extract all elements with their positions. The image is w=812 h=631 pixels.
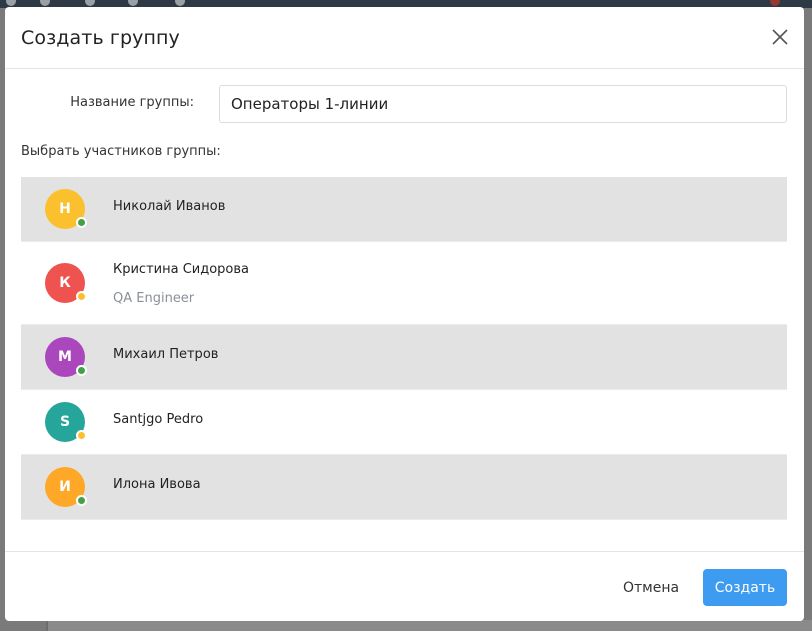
avatar-initial: Н <box>59 201 71 217</box>
app-content-backdrop <box>46 620 812 631</box>
member-item[interactable]: S Santjgo Pedro <box>21 390 787 455</box>
member-item[interactable]: К Кристина Сидорова QA Engineer <box>21 242 787 325</box>
dialog-header: Создать группу <box>5 7 804 69</box>
avatar-initial: И <box>59 479 71 495</box>
member-name: Кристина Сидорова <box>113 262 249 277</box>
member-name: Николай Иванов <box>113 199 226 214</box>
members-list: Н Николай Иванов К Кристина Сидорова QA … <box>21 177 787 520</box>
avatar-initial: S <box>59 414 71 430</box>
member-item[interactable]: Н Николай Иванов <box>21 177 787 242</box>
member-role: QA Engineer <box>113 291 195 306</box>
create-group-dialog: Создать группу Название группы: Выбрать … <box>5 7 804 621</box>
avatar: S <box>45 402 87 442</box>
group-name-input[interactable] <box>219 85 787 123</box>
member-name: Santjgo Pedro <box>113 412 204 427</box>
avatar-initial: М <box>58 349 72 365</box>
app-icon <box>175 0 185 6</box>
member-name: Илона Ивова <box>113 477 201 492</box>
close-button[interactable] <box>770 27 790 47</box>
dialog-title: Создать группу <box>21 27 180 49</box>
status-indicator <box>76 495 87 506</box>
app-icon <box>85 0 95 6</box>
status-indicator <box>76 430 87 441</box>
members-label: Выбрать участников группы: <box>21 144 221 159</box>
group-name-row: Название группы: <box>5 85 804 123</box>
status-indicator <box>76 365 87 376</box>
member-item[interactable]: М Михаил Петров <box>21 325 787 390</box>
create-button[interactable]: Создать <box>703 569 787 606</box>
member-name: Михаил Петров <box>113 347 219 362</box>
app-icon <box>40 0 50 6</box>
app-icon <box>6 0 16 6</box>
group-name-label: Название группы: <box>70 95 194 110</box>
avatar: К <box>45 263 87 303</box>
notification-icon <box>770 0 780 6</box>
avatar: Н <box>45 189 87 229</box>
close-icon <box>772 29 788 45</box>
status-indicator <box>76 217 87 228</box>
member-item[interactable]: И Илона Ивова <box>21 455 787 520</box>
avatar: М <box>45 337 87 377</box>
app-icon <box>128 0 138 6</box>
avatar: И <box>45 467 87 507</box>
avatar-initial: К <box>59 275 71 291</box>
dialog-footer: Отмена Создать <box>5 551 804 621</box>
cancel-button[interactable]: Отмена <box>615 569 687 606</box>
status-indicator <box>76 291 87 302</box>
